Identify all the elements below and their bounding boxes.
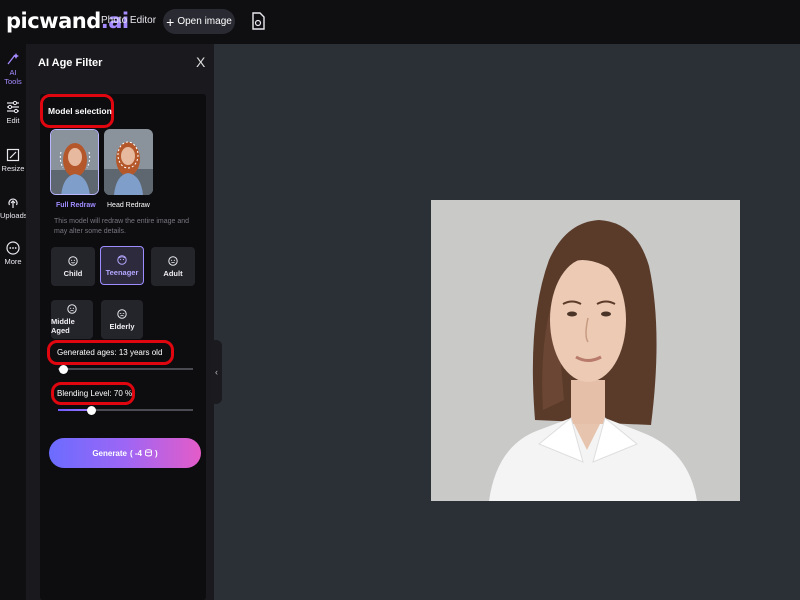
rail-label: More	[4, 257, 22, 266]
age-button-teenager[interactable]: Teenager	[100, 246, 144, 285]
age-label: Teenager	[105, 267, 139, 277]
rail-item-edit[interactable]: Edit	[0, 100, 26, 125]
adult-face-icon	[168, 255, 178, 266]
rail-item-resize[interactable]: Resize	[0, 148, 26, 173]
age-button-elderly[interactable]: Elderly	[101, 300, 143, 339]
blending-level-label: Blending Level: 70 %	[57, 389, 133, 398]
rail-label: Edit	[6, 116, 20, 125]
coin-stack-icon	[145, 449, 152, 457]
age-button-child[interactable]: Child	[51, 247, 95, 286]
rail-label: Uploads	[0, 211, 28, 220]
age-label: Adult	[163, 268, 183, 278]
resize-icon	[6, 148, 20, 162]
elderly-face-icon	[117, 308, 127, 319]
tool-rail: AI Tools Edit Resize Uploads More	[0, 44, 28, 600]
rail-item-uploads[interactable]: Uploads	[0, 195, 28, 220]
open-image-button[interactable]: + Open image	[163, 9, 235, 34]
blending-slider-handle[interactable]	[87, 405, 97, 415]
canvas-photo	[431, 200, 740, 501]
age-label: Child	[63, 268, 83, 278]
ai-tools-icon	[7, 53, 19, 65]
age-label: Middle Aged	[51, 317, 75, 335]
child-face-icon	[68, 255, 78, 266]
age-button-adult[interactable]: Adult	[151, 247, 195, 286]
rail-item-ai-tools[interactable]: AI Tools	[0, 52, 26, 86]
generated-ages-slider-track[interactable]	[58, 368, 193, 370]
generated-ages-slider-handle[interactable]	[58, 364, 68, 374]
age-button-middle-aged[interactable]: Middle Aged	[51, 300, 93, 339]
panel-title: AI Age Filter	[38, 57, 103, 69]
model-note: This model will redraw the entire image …	[54, 218, 190, 235]
model-label-head-redraw: Head Redraw	[107, 202, 150, 209]
open-image-label: Open image	[177, 16, 232, 27]
top-bar: picwand.ai Photo Editor + Open image	[0, 0, 800, 44]
upload-icon	[8, 198, 18, 208]
model-label-full-redraw: Full Redraw	[56, 202, 96, 209]
sliders-icon	[7, 100, 19, 114]
plus-icon: +	[166, 13, 175, 30]
generate-cost-close: )	[155, 448, 158, 458]
collapse-panel-button[interactable]: ‹	[211, 340, 222, 404]
model-thumb-head-redraw[interactable]	[104, 129, 153, 195]
generate-label: Generate	[92, 448, 127, 458]
generate-cost: ( -4	[130, 448, 142, 458]
rail-label: AI Tools	[4, 68, 22, 86]
photo-editor-link[interactable]: Photo Editor	[101, 15, 156, 26]
teen-face-icon	[117, 254, 127, 265]
age-label: Elderly	[109, 321, 135, 331]
generated-ages-label: Generated ages: 13 years old	[57, 348, 163, 357]
close-icon[interactable]: X	[196, 54, 205, 70]
girl-photo-thumbnail	[51, 130, 98, 194]
model-thumb-full-redraw[interactable]	[50, 129, 99, 195]
file-icon[interactable]	[251, 12, 265, 30]
woman-portrait-image	[431, 200, 740, 501]
more-icon	[6, 241, 20, 255]
model-selection-label: Model selection	[48, 106, 112, 116]
rail-label: Resize	[1, 164, 25, 173]
chevron-left-icon: ‹	[215, 367, 218, 377]
girl-photo-thumbnail	[104, 129, 153, 195]
rail-item-more[interactable]: More	[0, 241, 26, 266]
middle-aged-face-icon	[67, 304, 77, 314]
generate-button[interactable]: Generate ( -4 )	[49, 438, 201, 468]
